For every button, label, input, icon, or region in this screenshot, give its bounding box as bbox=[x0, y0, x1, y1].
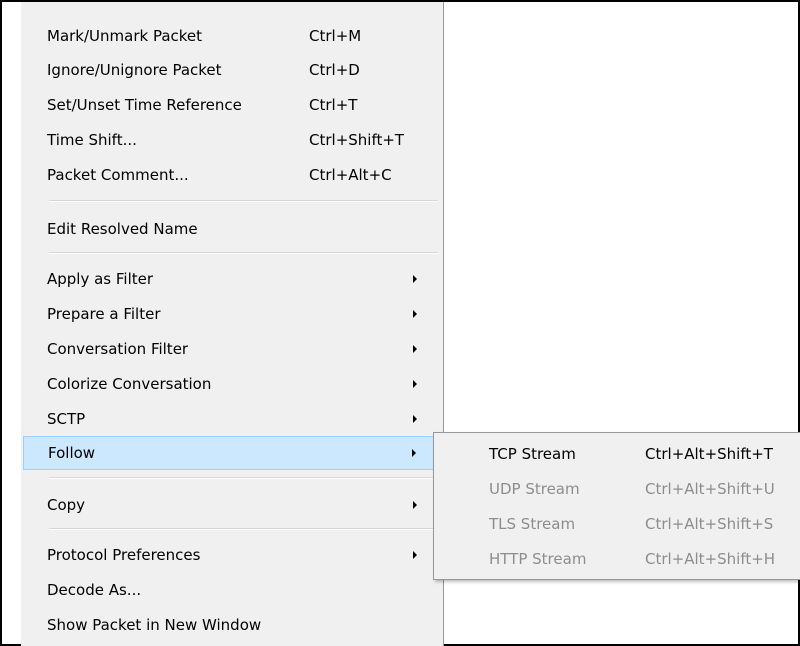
menu-item-label: Follow bbox=[48, 444, 96, 462]
menu-item-ignore-unignore-packet[interactable]: Ignore/Unignore Packet Ctrl+D bbox=[23, 53, 441, 87]
chevron-right-icon bbox=[413, 415, 417, 423]
menu-item-label: Copy bbox=[47, 496, 86, 514]
chevron-right-icon bbox=[413, 345, 417, 353]
menu-item-shortcut: Ctrl+Alt+C bbox=[309, 166, 392, 184]
chevron-right-icon bbox=[413, 310, 417, 318]
menu-item-label: Set/Unset Time Reference bbox=[47, 96, 242, 114]
menu-item-shortcut: Ctrl+D bbox=[309, 61, 360, 79]
submenu-item-label: HTTP Stream bbox=[489, 550, 587, 568]
submenu-item-shortcut: Ctrl+Alt+Shift+S bbox=[645, 515, 774, 533]
menu-item-mark-unmark-packet[interactable]: Mark/Unmark Packet Ctrl+M bbox=[23, 19, 441, 53]
chevron-right-icon bbox=[413, 275, 417, 283]
menu-item-label: Apply as Filter bbox=[47, 270, 154, 288]
menu-item-prepare-a-filter[interactable]: Prepare a Filter bbox=[23, 297, 441, 331]
menu-item-decode-as[interactable]: Decode As... bbox=[23, 573, 441, 607]
menu-item-label: Decode As... bbox=[47, 581, 142, 599]
menu-item-conversation-filter[interactable]: Conversation Filter bbox=[23, 332, 441, 366]
menu-item-copy[interactable]: Copy bbox=[23, 488, 441, 522]
submenu-item-http-stream[interactable]: HTTP Stream Ctrl+Alt+Shift+H bbox=[436, 542, 799, 576]
menu-item-label: Prepare a Filter bbox=[47, 305, 161, 323]
menu-item-label: Conversation Filter bbox=[47, 340, 189, 358]
chevron-right-icon bbox=[413, 501, 417, 509]
menu-separator bbox=[49, 528, 438, 530]
menu-item-apply-as-filter[interactable]: Apply as Filter bbox=[23, 262, 441, 296]
submenu-item-label: TLS Stream bbox=[489, 515, 576, 533]
menu-item-shortcut: Ctrl+T bbox=[309, 96, 358, 114]
menu-item-set-unset-time-reference[interactable]: Set/Unset Time Reference Ctrl+T bbox=[23, 88, 441, 122]
submenu-item-label: UDP Stream bbox=[489, 480, 580, 498]
menu-item-label: Protocol Preferences bbox=[47, 546, 201, 564]
packet-context-menu: Mark/Unmark Packet Ctrl+M Ignore/Unignor… bbox=[21, 2, 444, 646]
menu-item-label: Ignore/Unignore Packet bbox=[47, 61, 222, 79]
submenu-item-tls-stream[interactable]: TLS Stream Ctrl+Alt+Shift+S bbox=[436, 507, 799, 541]
submenu-item-udp-stream[interactable]: UDP Stream Ctrl+Alt+Shift+U bbox=[436, 472, 799, 506]
menu-item-label: Time Shift... bbox=[47, 131, 137, 149]
menu-item-label: Packet Comment... bbox=[47, 166, 189, 184]
submenu-item-shortcut: Ctrl+Alt+Shift+U bbox=[645, 480, 775, 498]
submenu-item-shortcut: Ctrl+Alt+Shift+H bbox=[645, 550, 776, 568]
menu-item-label: Colorize Conversation bbox=[47, 375, 212, 393]
menu-item-label: Show Packet in New Window bbox=[47, 616, 262, 634]
menu-item-protocol-preferences[interactable]: Protocol Preferences bbox=[23, 538, 441, 572]
menu-item-shortcut: Ctrl+Shift+T bbox=[309, 131, 405, 149]
menu-separator bbox=[49, 477, 438, 479]
menu-item-show-packet-in-new-window[interactable]: Show Packet in New Window bbox=[23, 608, 441, 642]
chevron-right-icon bbox=[412, 449, 416, 457]
submenu-item-label: TCP Stream bbox=[489, 445, 576, 463]
submenu-item-shortcut: Ctrl+Alt+Shift+T bbox=[645, 445, 773, 463]
submenu-item-tcp-stream[interactable]: TCP Stream Ctrl+Alt+Shift+T bbox=[436, 437, 799, 471]
menu-separator bbox=[49, 252, 438, 254]
menu-item-label: Edit Resolved Name bbox=[47, 220, 198, 238]
menu-item-label: SCTP bbox=[47, 410, 86, 428]
screenshot-frame: Mark/Unmark Packet Ctrl+M Ignore/Unignor… bbox=[0, 0, 800, 646]
menu-item-shortcut: Ctrl+M bbox=[309, 27, 362, 45]
follow-submenu: TCP Stream Ctrl+Alt+Shift+T UDP Stream C… bbox=[433, 432, 800, 580]
menu-separator bbox=[49, 200, 438, 202]
menu-item-colorize-conversation[interactable]: Colorize Conversation bbox=[23, 367, 441, 401]
menu-item-sctp[interactable]: SCTP bbox=[23, 402, 441, 436]
menu-item-follow[interactable]: Follow bbox=[23, 436, 441, 470]
chevron-right-icon bbox=[413, 551, 417, 559]
menu-item-label: Mark/Unmark Packet bbox=[47, 27, 203, 45]
menu-item-time-shift[interactable]: Time Shift... Ctrl+Shift+T bbox=[23, 123, 441, 157]
menu-item-packet-comment[interactable]: Packet Comment... Ctrl+Alt+C bbox=[23, 158, 441, 192]
chevron-right-icon bbox=[413, 380, 417, 388]
menu-item-edit-resolved-name[interactable]: Edit Resolved Name bbox=[23, 212, 441, 246]
